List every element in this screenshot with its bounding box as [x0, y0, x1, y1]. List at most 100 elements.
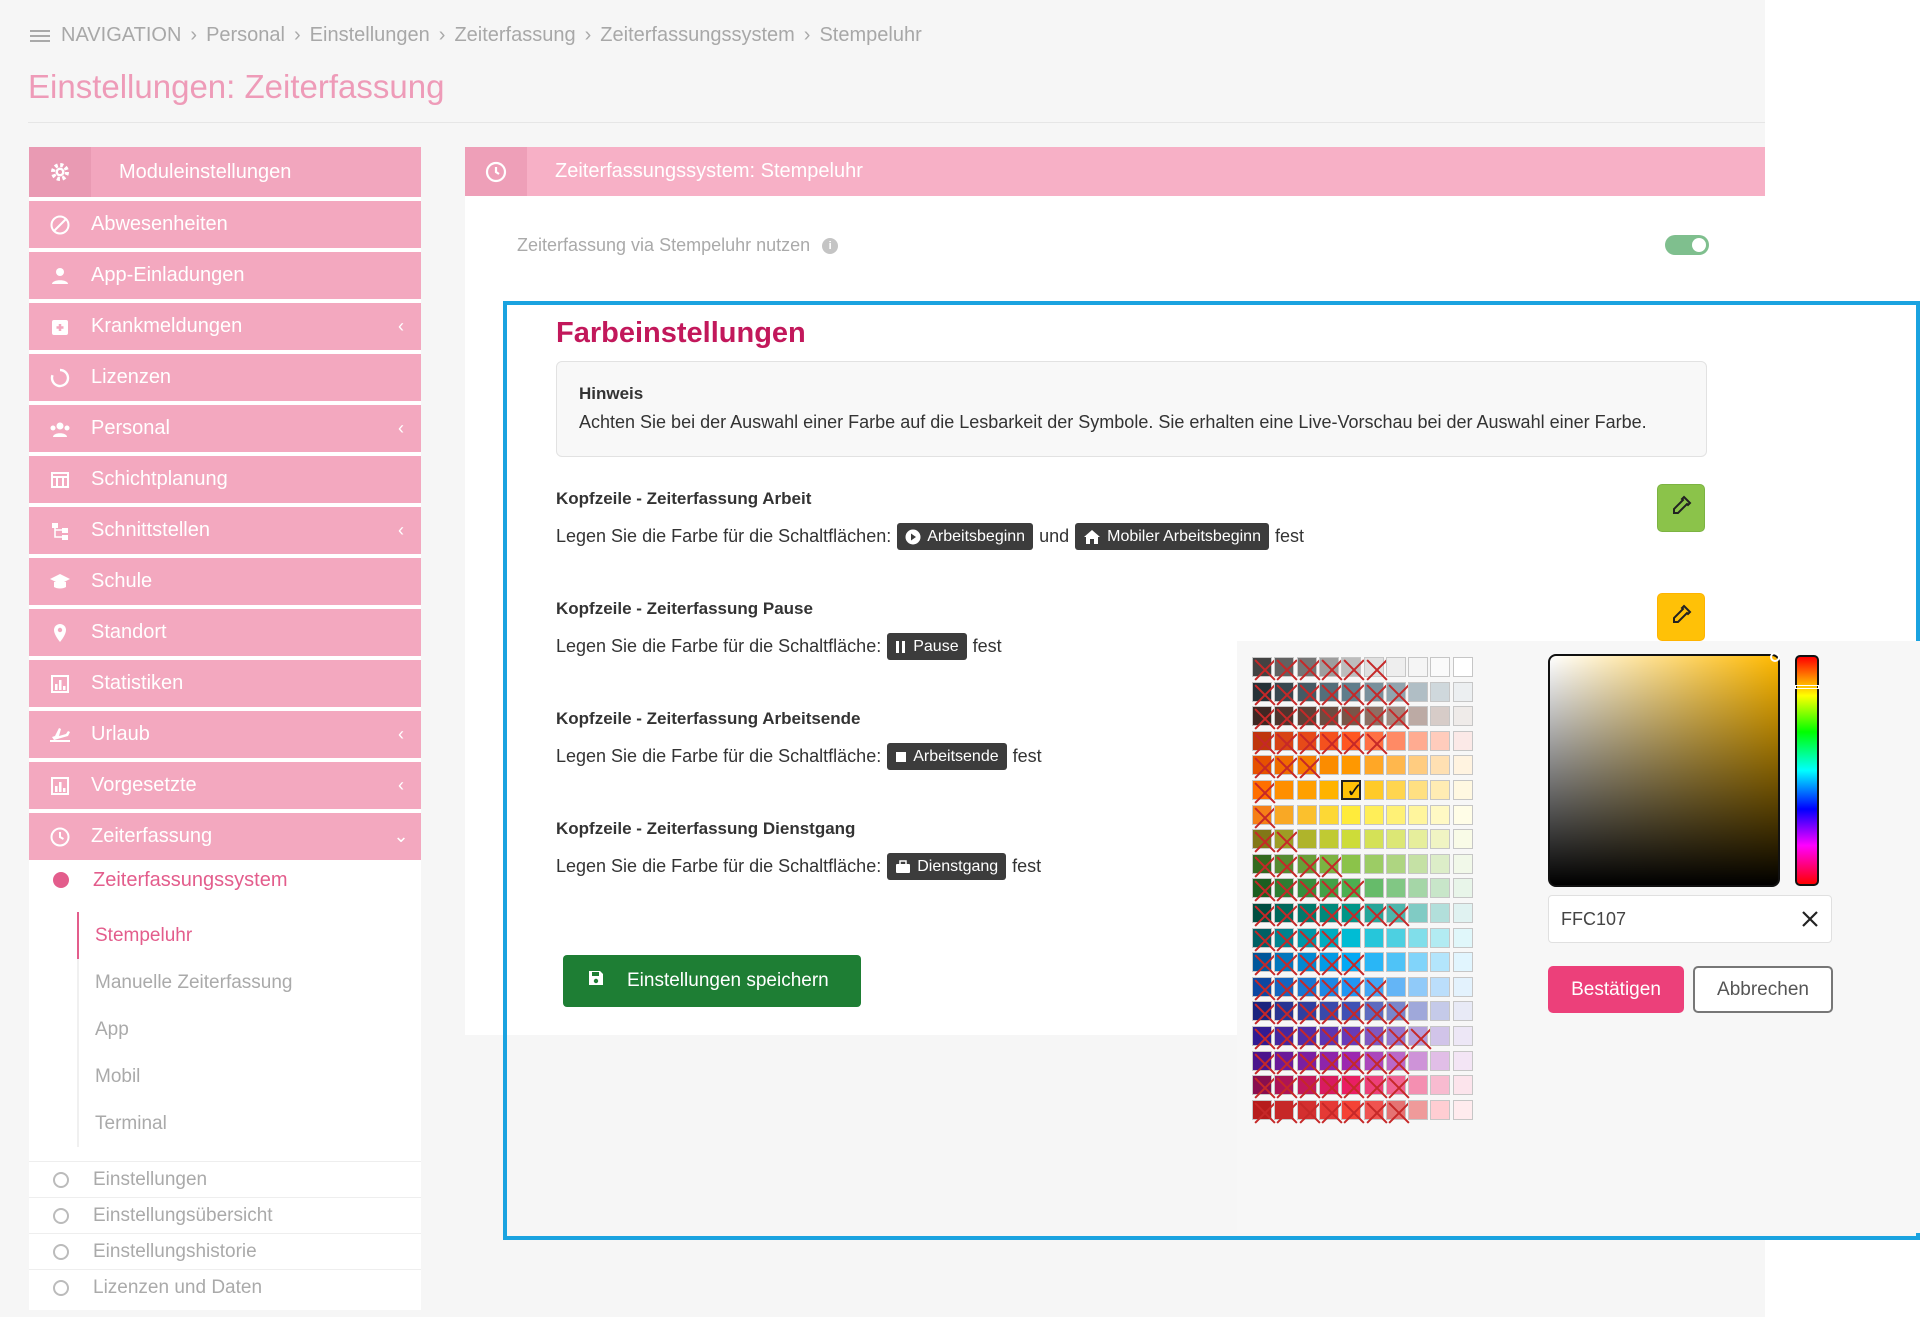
breadcrumb-item[interactable]: Zeiterfassungssystem: [600, 24, 795, 47]
color-swatch[interactable]: [1385, 952, 1406, 973]
sidebar-item-einstellungen[interactable]: Einstellungen: [29, 1161, 421, 1197]
color-swatch[interactable]: [1452, 804, 1473, 825]
color-swatch[interactable]: [1430, 1001, 1451, 1022]
breadcrumb-item[interactable]: Einstellungen: [310, 24, 430, 47]
color-swatch[interactable]: [1430, 1050, 1451, 1071]
color-swatch[interactable]: [1430, 927, 1451, 948]
color-swatch[interactable]: [1274, 804, 1295, 825]
color-swatch[interactable]: [1430, 1075, 1451, 1096]
color-swatch[interactable]: [1408, 804, 1429, 825]
color-swatch[interactable]: [1408, 730, 1429, 751]
color-swatch[interactable]: [1452, 681, 1473, 702]
color-swatch[interactable]: [1385, 829, 1406, 850]
color-swatch[interactable]: [1385, 927, 1406, 948]
color-swatch[interactable]: [1452, 829, 1473, 850]
sidebar-subitem-zeiterfassungssystem[interactable]: Zeiterfassungssystem: [29, 860, 421, 900]
color-swatch[interactable]: [1385, 853, 1406, 874]
color-swatch[interactable]: [1363, 755, 1384, 776]
color-swatch[interactable]: [1452, 1026, 1473, 1046]
color-swatch[interactable]: [1318, 804, 1339, 825]
sidebar-subsub-manuelle-zeiterfassung[interactable]: Manuelle Zeiterfassung: [79, 959, 421, 1006]
color-swatch[interactable]: [1363, 853, 1384, 874]
sidebar-item-statistiken[interactable]: Statistiken: [29, 660, 421, 707]
sidebar-item-zeiterfassung[interactable]: Zeiterfassung ⌄: [29, 813, 421, 860]
saturation-panel[interactable]: [1548, 652, 1780, 887]
color-swatch[interactable]: [1385, 657, 1406, 677]
sidebar-item-app-einladungen[interactable]: App-Einladungen: [29, 252, 421, 299]
color-swatch[interactable]: [1385, 878, 1406, 899]
close-icon[interactable]: [1797, 906, 1823, 932]
color-swatch[interactable]: [1318, 755, 1339, 776]
color-swatch[interactable]: [1430, 903, 1451, 923]
color-swatch[interactable]: [1408, 780, 1429, 800]
color-swatch[interactable]: [1430, 804, 1451, 825]
color-swatch[interactable]: [1430, 657, 1451, 677]
color-swatch[interactable]: [1363, 878, 1384, 899]
color-swatch[interactable]: [1385, 755, 1406, 776]
sidebar-item-abwesenheiten[interactable]: Abwesenheiten: [29, 201, 421, 248]
hue-handle[interactable]: [1795, 685, 1819, 689]
color-swatch[interactable]: [1430, 755, 1451, 776]
color-swatch[interactable]: [1452, 706, 1473, 727]
sidebar-item-standort[interactable]: Standort: [29, 609, 421, 656]
sidebar-item-einstellungsuebersicht[interactable]: Einstellungsübersicht: [29, 1197, 421, 1233]
cancel-button[interactable]: Abbrechen: [1693, 966, 1833, 1013]
color-swatch[interactable]: [1430, 730, 1451, 751]
color-swatch[interactable]: [1452, 976, 1473, 997]
color-swatch[interactable]: [1430, 706, 1451, 727]
color-swatch[interactable]: [1408, 755, 1429, 776]
color-swatch[interactable]: [1452, 1099, 1473, 1120]
sidebar-item-personal[interactable]: Personal ‹: [29, 405, 421, 452]
color-swatch[interactable]: [1452, 755, 1473, 776]
color-swatch[interactable]: [1408, 878, 1429, 899]
color-swatch[interactable]: [1385, 804, 1406, 825]
sidebar-item-schule[interactable]: Schule: [29, 558, 421, 605]
hue-slider[interactable]: [1795, 655, 1819, 886]
color-swatch[interactable]: [1341, 853, 1362, 874]
sidebar-subsub-mobil[interactable]: Mobil: [79, 1053, 421, 1100]
color-swatch[interactable]: [1296, 829, 1317, 850]
sidebar-item-schichtplanung[interactable]: Schichtplanung: [29, 456, 421, 503]
color-swatch[interactable]: [1363, 952, 1384, 973]
color-picker-button-arbeit[interactable]: [1657, 484, 1705, 532]
color-swatch[interactable]: [1408, 952, 1429, 973]
sidebar-subsub-terminal[interactable]: Terminal: [79, 1100, 421, 1147]
color-swatch[interactable]: [1274, 780, 1295, 800]
color-swatch[interactable]: [1430, 952, 1451, 973]
info-icon[interactable]: i: [822, 237, 839, 254]
color-swatch[interactable]: [1452, 657, 1473, 677]
color-swatch[interactable]: [1385, 730, 1406, 751]
stempeluhr-toggle[interactable]: [1665, 235, 1709, 255]
confirm-button[interactable]: Bestätigen: [1548, 966, 1684, 1013]
color-swatch[interactable]: [1408, 1001, 1429, 1022]
sidebar-item-urlaub[interactable]: Urlaub ‹: [29, 711, 421, 758]
color-swatch[interactable]: [1363, 780, 1384, 800]
sidebar-item-krankmeldungen[interactable]: Krankmeldungen ‹: [29, 303, 421, 350]
color-swatch[interactable]: [1341, 755, 1362, 776]
color-swatch[interactable]: [1430, 1026, 1451, 1046]
sidebar-subsub-stempeluhr[interactable]: Stempeluhr: [77, 912, 421, 959]
color-swatch[interactable]: [1452, 853, 1473, 874]
color-swatch[interactable]: [1341, 804, 1362, 825]
color-swatch[interactable]: [1452, 878, 1473, 899]
color-swatch[interactable]: [1408, 1099, 1429, 1120]
breadcrumb-item[interactable]: NAVIGATION: [61, 24, 181, 47]
color-swatch[interactable]: [1363, 927, 1384, 948]
color-swatch[interactable]: [1408, 706, 1429, 727]
color-swatch[interactable]: [1452, 1001, 1473, 1022]
color-swatch[interactable]: [1430, 853, 1451, 874]
color-swatch[interactable]: [1430, 681, 1451, 702]
hex-color-input[interactable]: FFC107: [1548, 895, 1832, 943]
color-swatch[interactable]: [1430, 829, 1451, 850]
color-swatch[interactable]: [1408, 903, 1429, 923]
color-swatch[interactable]: [1385, 780, 1406, 800]
color-swatch[interactable]: [1452, 1075, 1473, 1096]
color-swatch[interactable]: [1408, 927, 1429, 948]
color-swatch[interactable]: [1408, 1050, 1429, 1071]
saturation-handle[interactable]: [1770, 652, 1780, 662]
color-swatch[interactable]: [1408, 976, 1429, 997]
color-swatch[interactable]: [1408, 853, 1429, 874]
color-swatch[interactable]: [1430, 1099, 1451, 1120]
color-swatch[interactable]: [1452, 1050, 1473, 1071]
menu-icon[interactable]: [30, 29, 50, 43]
